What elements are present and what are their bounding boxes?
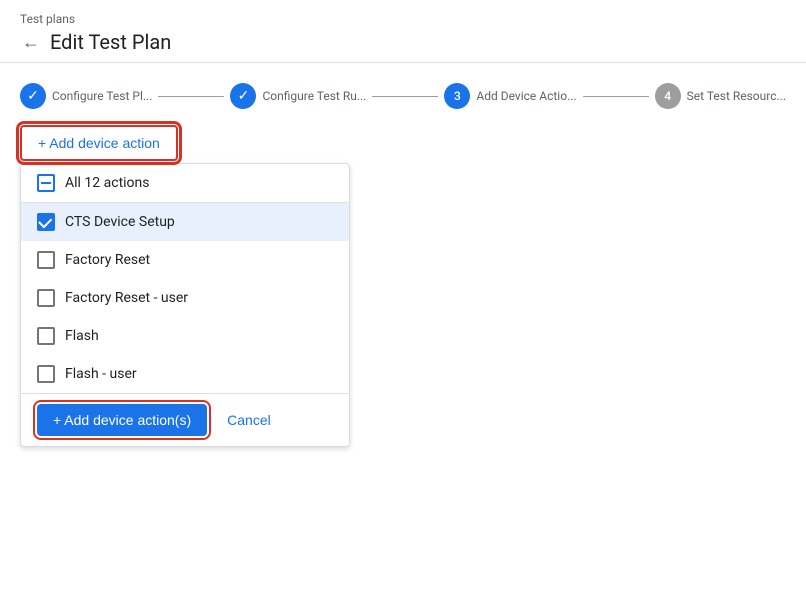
step-1-circle: ✓ (20, 83, 46, 109)
dropdown-panel: All 12 actions CTS Device Setup Factory … (20, 163, 350, 447)
step-3-circle: 3 (444, 83, 470, 109)
header: Test plans ← Edit Test Plan (0, 0, 806, 63)
item-cts-device-setup[interactable]: CTS Device Setup (21, 203, 349, 241)
step-1: ✓ Configure Test Pl... (20, 83, 152, 109)
back-button[interactable]: ← (20, 31, 42, 53)
title-row: ← Edit Test Plan (20, 30, 786, 54)
breadcrumb: Test plans (20, 12, 786, 26)
label-flash: Flash (65, 328, 99, 344)
page-wrapper: Test plans ← Edit Test Plan ✓ Configure … (0, 0, 806, 596)
step-4-circle: 4 (655, 83, 681, 109)
add-device-action-button[interactable]: + Add device action (20, 125, 178, 161)
step-3-label: Add Device Actio... (476, 89, 576, 103)
label-flash-user: Flash - user (65, 366, 137, 382)
label-factory-reset-user: Factory Reset - user (65, 290, 188, 306)
connector-3 (583, 96, 649, 97)
dropdown-list: All 12 actions CTS Device Setup Factory … (21, 164, 349, 393)
connector-2 (372, 96, 438, 97)
checkbox-flash[interactable] (37, 327, 55, 345)
step-1-label: Configure Test Pl... (52, 89, 152, 103)
item-factory-reset-user[interactable]: Factory Reset - user (21, 279, 349, 317)
all-actions-label: All 12 actions (65, 175, 150, 191)
checkbox-cts-device-setup[interactable] (37, 213, 55, 231)
item-factory-reset[interactable]: Factory Reset (21, 241, 349, 279)
cancel-button[interactable]: Cancel (223, 404, 275, 436)
page-title: Edit Test Plan (50, 30, 171, 54)
label-factory-reset: Factory Reset (65, 252, 150, 268)
step-1-icon: ✓ (27, 88, 39, 104)
step-4-label: Set Test Resourc... (687, 89, 786, 103)
step-4-number: 4 (664, 89, 671, 103)
step-2-circle: ✓ (230, 83, 256, 109)
checkbox-factory-reset[interactable] (37, 251, 55, 269)
step-2-label: Configure Test Ru... (262, 89, 366, 103)
checkbox-flash-user[interactable] (37, 365, 55, 383)
step-3-number: 3 (454, 89, 461, 103)
item-flash[interactable]: Flash (21, 317, 349, 355)
step-4: 4 Set Test Resourc... (655, 83, 786, 109)
all-actions-item[interactable]: All 12 actions (21, 164, 349, 202)
connector-1 (158, 96, 224, 97)
label-cts-device-setup: CTS Device Setup (65, 214, 175, 230)
main-content: + Add device action All 12 actions CTS D… (0, 125, 806, 447)
add-device-actions-button[interactable]: + Add device action(s) (37, 404, 207, 436)
step-2: ✓ Configure Test Ru... (230, 83, 366, 109)
step-3: 3 Add Device Actio... (444, 83, 576, 109)
stepper: ✓ Configure Test Pl... ✓ Configure Test … (0, 63, 806, 125)
step-2-icon: ✓ (238, 88, 250, 104)
item-flash-user[interactable]: Flash - user (21, 355, 349, 393)
dropdown-footer: + Add device action(s) Cancel (21, 393, 349, 446)
all-actions-checkbox[interactable] (37, 174, 55, 192)
checkbox-factory-reset-user[interactable] (37, 289, 55, 307)
